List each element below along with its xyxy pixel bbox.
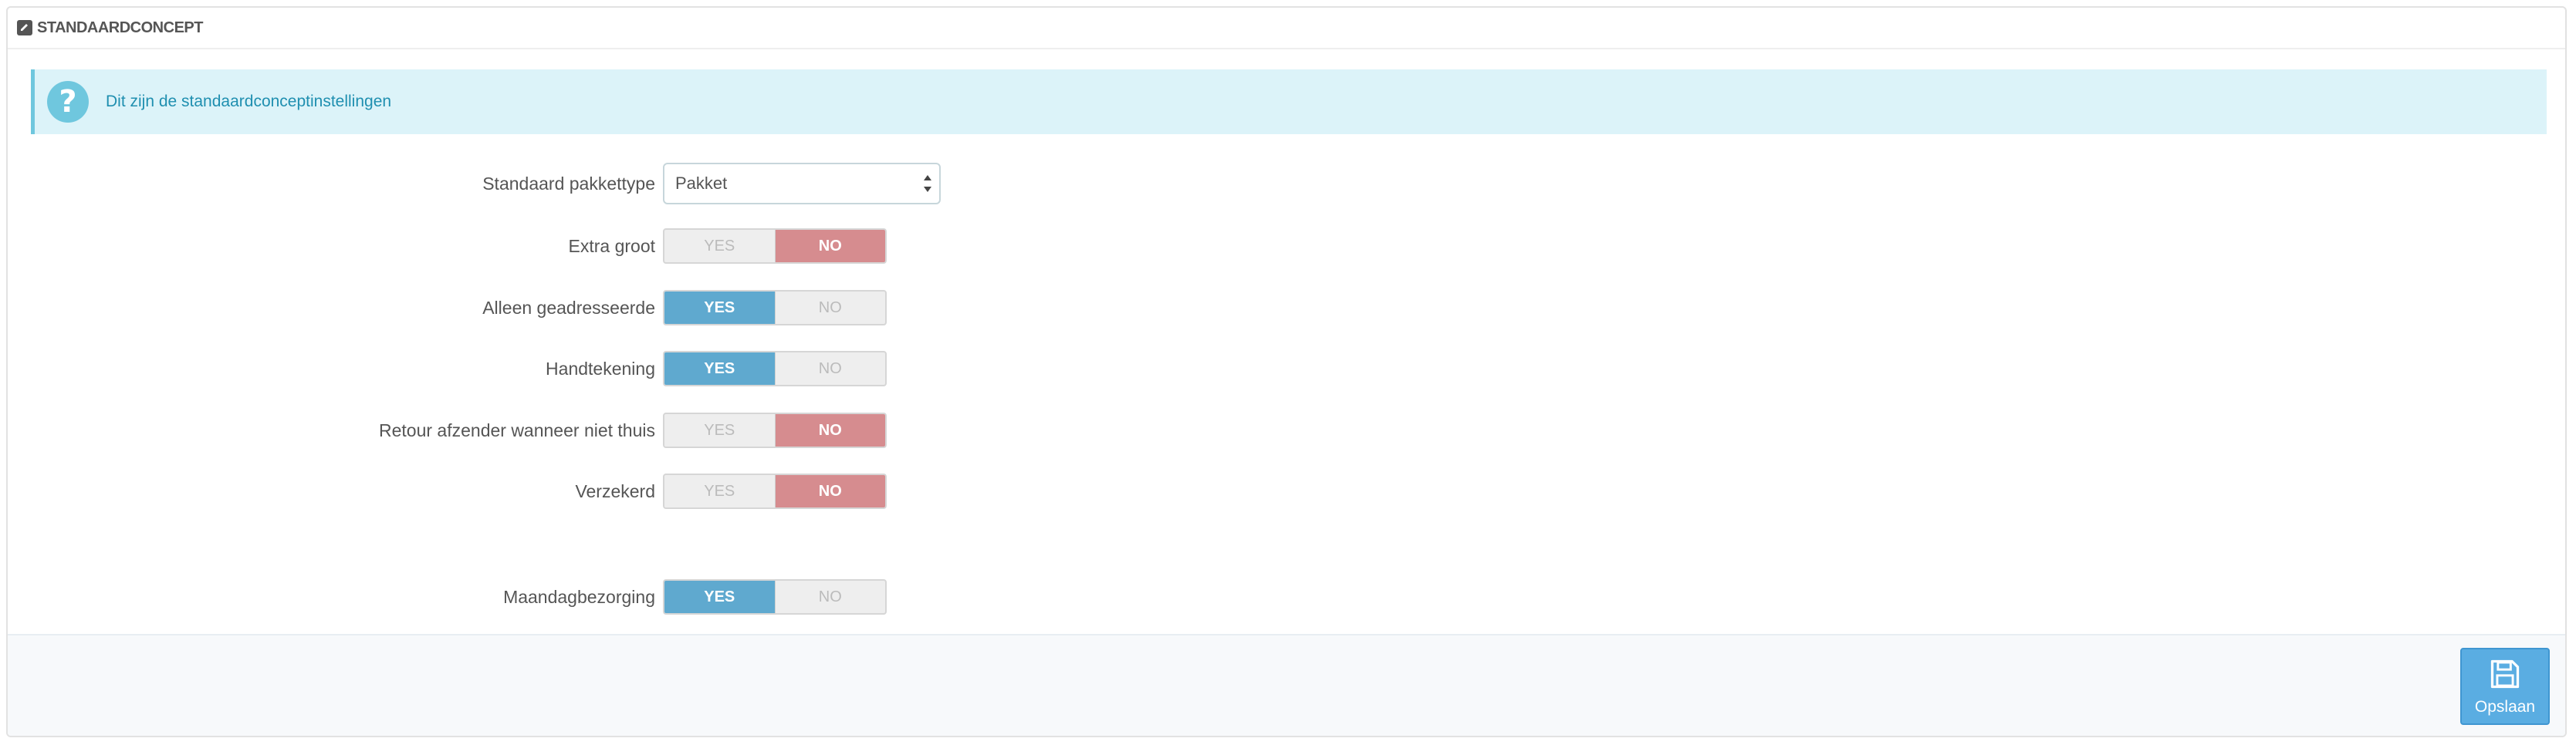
extra-groot-toggle[interactable]: YES NO	[663, 228, 887, 264]
alert-text: Dit zijn de standaardconceptinstellingen	[106, 93, 392, 110]
toggle-label: Alleen geadresseerde	[482, 298, 655, 318]
no-option[interactable]: NO	[774, 475, 885, 507]
toggle-row-extra-groot: Extra groot YES NO	[8, 228, 1011, 264]
yes-option[interactable]: YES	[664, 414, 775, 447]
no-option[interactable]: NO	[774, 581, 886, 613]
settings-panel: STANDAARDCONCEPT ? Dit zijn de standaard…	[6, 6, 2567, 737]
select-arrows-icon	[924, 175, 931, 192]
floppy-disk-icon	[2488, 657, 2522, 695]
toggle-label: Retour afzender wanneer niet thuis	[379, 420, 655, 440]
no-option[interactable]: NO	[774, 414, 885, 447]
toggle-row-maandagbezorging: Maandagbezorging YES NO	[8, 579, 1011, 615]
alleen-geadresseerde-toggle[interactable]: YES NO	[663, 290, 887, 325]
toggle-label: Handtekening	[546, 359, 655, 379]
toggle-row-handtekening: Handtekening YES NO	[8, 351, 1011, 386]
yes-option[interactable]: YES	[664, 292, 775, 324]
verzekerd-toggle[interactable]: YES NO	[663, 474, 887, 509]
package-type-label: Standaard pakkettype	[482, 174, 655, 194]
toggle-label: Maandagbezorging	[503, 587, 655, 607]
yes-option[interactable]: YES	[664, 352, 775, 385]
info-alert: ? Dit zijn de standaardconceptinstelling…	[31, 69, 2547, 134]
toggle-row-verzekerd: Verzekerd YES NO	[8, 474, 1011, 509]
toggle-row-alleen-geadresseerde: Alleen geadresseerde YES NO	[8, 290, 1011, 325]
edit-icon	[17, 20, 32, 35]
handtekening-toggle[interactable]: YES NO	[663, 351, 887, 386]
no-option[interactable]: NO	[774, 230, 885, 262]
save-button[interactable]: Opslaan	[2460, 648, 2550, 725]
toggle-label: Extra groot	[568, 236, 656, 256]
panel-footer: Opslaan	[8, 634, 2565, 736]
no-option[interactable]: NO	[774, 292, 886, 324]
yes-option[interactable]: YES	[664, 581, 775, 613]
save-button-label: Opslaan	[2474, 697, 2536, 716]
package-type-value: Pakket	[675, 174, 728, 193]
retour-afzender-toggle[interactable]: YES NO	[663, 413, 887, 448]
panel-title: STANDAARDCONCEPT	[37, 19, 203, 36]
toggle-label: Verzekerd	[575, 481, 655, 501]
package-type-select[interactable]: Pakket	[663, 163, 941, 204]
no-option[interactable]: NO	[774, 352, 886, 385]
question-circle-icon: ?	[47, 81, 89, 123]
maandagbezorging-toggle[interactable]: YES NO	[663, 579, 887, 615]
yes-option[interactable]: YES	[664, 230, 775, 262]
panel-heading: STANDAARDCONCEPT	[8, 8, 2565, 49]
toggle-row-retour-afzender: Retour afzender wanneer niet thuis YES N…	[8, 413, 1011, 448]
package-type-row: Standaard pakkettype Pakket	[8, 163, 1011, 204]
yes-option[interactable]: YES	[664, 475, 775, 507]
